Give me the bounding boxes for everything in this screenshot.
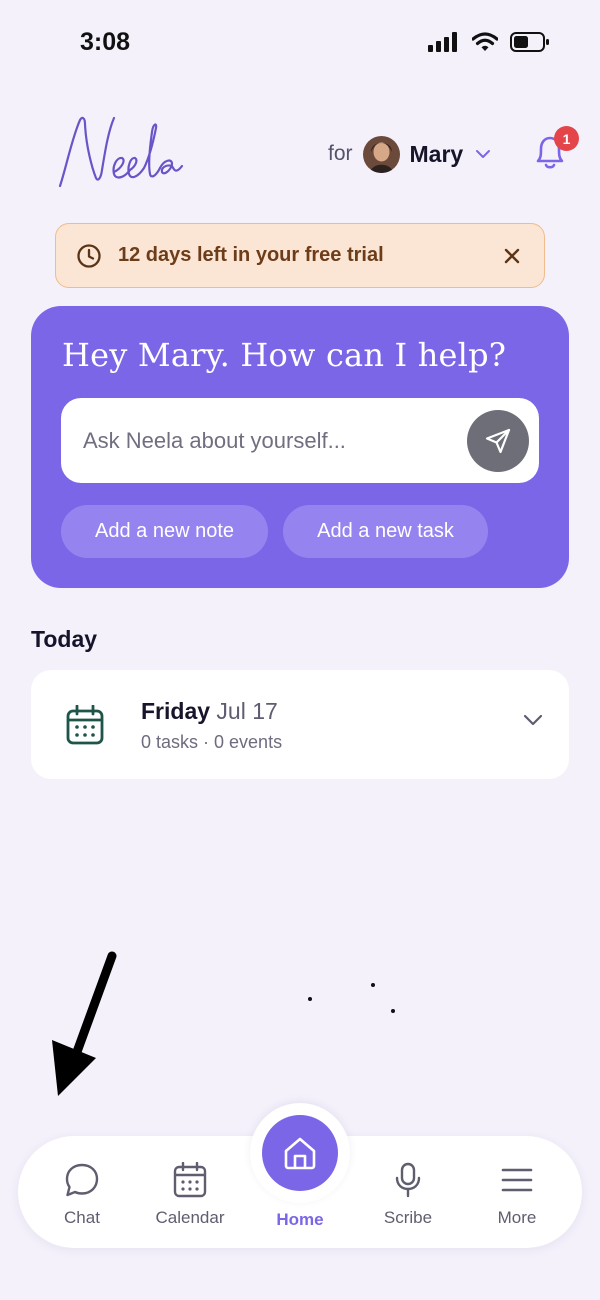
home-icon <box>284 1137 316 1170</box>
notifications-button[interactable]: 1 <box>528 126 579 174</box>
wifi-icon <box>472 32 498 51</box>
calendar-icon <box>173 1162 207 1198</box>
loading-dot <box>371 983 375 987</box>
add-task-button[interactable]: Add a new task <box>283 505 488 558</box>
nav-chat-label: Chat <box>64 1208 100 1227</box>
add-note-button[interactable]: Add a new note <box>61 505 268 558</box>
avatar <box>362 135 400 173</box>
calendar-icon <box>66 705 104 745</box>
clock-icon <box>77 243 101 268</box>
nav-more[interactable]: More <box>467 1136 567 1248</box>
profile-switcher[interactable]: for Mary <box>328 134 491 174</box>
ask-box <box>61 398 539 483</box>
ask-input[interactable] <box>61 398 467 483</box>
nav-home-label: Home <box>276 1210 324 1229</box>
assistant-greeting: Hey Mary. How can I help? <box>62 336 507 374</box>
assistant-card: Hey Mary. How can I help? Add a new note… <box>31 306 569 588</box>
nav-more-label: More <box>497 1208 537 1227</box>
menu-icon <box>501 1168 533 1192</box>
bottom-nav: Chat Calendar Home Scribe More <box>18 1103 582 1248</box>
neela-logo <box>58 116 184 188</box>
nav-scribe[interactable]: Scribe <box>358 1136 458 1248</box>
nav-home[interactable] <box>262 1115 338 1191</box>
loading-dot <box>308 997 312 1001</box>
battery-icon <box>510 32 549 52</box>
loading-dot <box>391 1009 395 1013</box>
nav-calendar-label: Calendar <box>155 1208 225 1227</box>
down-left-arrow-annotation <box>52 951 117 1096</box>
day-date: Jul 17 <box>216 698 278 724</box>
day-title: Friday Jul 17 <box>141 698 278 725</box>
nav-calendar[interactable]: Calendar <box>140 1136 240 1248</box>
chevron-down-icon[interactable] <box>523 714 543 726</box>
day-weekday: Friday <box>141 698 211 724</box>
today-heading: Today <box>31 626 98 652</box>
trial-banner: 12 days left in your free trial <box>55 223 545 288</box>
nav-scribe-label: Scribe <box>383 1208 433 1227</box>
chevron-down-icon <box>476 150 491 158</box>
notification-badge: 1 <box>554 126 579 151</box>
trial-text: 12 days left in your free trial <box>118 244 384 266</box>
for-label: for <box>328 142 353 165</box>
chat-icon <box>65 1163 99 1197</box>
app-header: for Mary 1 <box>0 100 600 200</box>
status-icons <box>428 32 550 52</box>
day-summary: 0 tasks · 0 events <box>141 732 283 752</box>
send-button[interactable] <box>467 409 529 472</box>
profile-name: Mary <box>409 140 464 167</box>
send-icon <box>485 428 511 453</box>
close-icon <box>504 248 520 263</box>
trial-close-button[interactable] <box>500 244 524 268</box>
microphone-icon <box>395 1162 421 1198</box>
status-bar: 3:08 <box>0 0 600 90</box>
status-time: 3:08 <box>80 28 131 56</box>
nav-chat[interactable]: Chat <box>32 1136 132 1248</box>
today-card[interactable]: Friday Jul 17 0 tasks · 0 events <box>31 670 569 779</box>
signal-icon <box>428 32 457 52</box>
